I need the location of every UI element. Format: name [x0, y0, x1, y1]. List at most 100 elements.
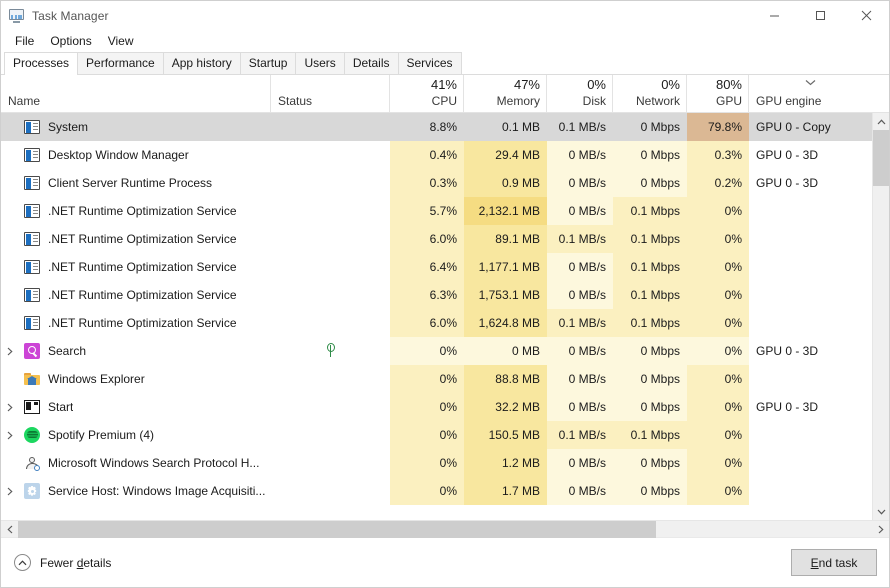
cell-disk: 0 MB/s — [547, 141, 613, 169]
tab-app-history[interactable]: App history — [162, 52, 241, 74]
column-header-memory[interactable]: 47% Memory — [464, 75, 547, 112]
cell-disk: 0 MB/s — [547, 337, 613, 365]
cell-gpu-engine: GPU 0 - 3D — [749, 169, 872, 197]
column-label-disk: Disk — [582, 94, 606, 108]
table-row[interactable]: Microsoft Windows Search Protocol H... 0%… — [1, 449, 872, 477]
cell-cpu: 0% — [390, 449, 464, 477]
cell-disk: 0 MB/s — [547, 365, 613, 393]
table-row[interactable]: .NET Runtime Optimization Service 6.0% 89.… — [1, 225, 872, 253]
cell-gpu-engine — [749, 421, 872, 449]
cell-status — [271, 365, 390, 393]
vertical-scroll-track[interactable] — [872, 130, 889, 503]
cell-name: Microsoft Windows Search Protocol H... — [1, 449, 271, 477]
column-header-disk[interactable]: 0% Disk — [547, 75, 613, 112]
table-row[interactable]: Service Host: Windows Image Acquisiti...… — [1, 477, 872, 505]
tab-startup[interactable]: Startup — [239, 52, 297, 74]
windows-process-icon — [24, 315, 40, 331]
menu-item-view[interactable]: View — [101, 32, 141, 50]
table-row[interactable]: Client Server Runtime Process 0.3% 0.9 MB 0… — [1, 169, 872, 197]
cell-cpu: 0% — [390, 365, 464, 393]
cell-name: .NET Runtime Optimization Service — [1, 253, 271, 281]
column-header-status[interactable]: Status — [271, 75, 390, 112]
column-pct-gpu: 80% — [715, 77, 742, 92]
horizontal-scrollbar[interactable] — [1, 520, 889, 538]
table-row[interactable]: Start 0% 32.2 MB 0 MB/s 0 Mbps 0% GPU 0 - 3D — [1, 393, 872, 421]
fewer-details-button[interactable]: Fewer details — [14, 554, 111, 571]
column-headers: Name Status 41% CPU 47% Memory 0% Disk 0… — [1, 75, 889, 113]
cell-disk: 0 MB/s — [547, 477, 613, 505]
tab-services[interactable]: Services — [397, 52, 462, 74]
cell-gpu-engine: GPU 0 - 3D — [749, 141, 872, 169]
column-header-network[interactable]: 0% Network — [613, 75, 687, 112]
gear-icon — [24, 483, 40, 499]
scroll-left-button[interactable] — [1, 521, 18, 537]
cell-gpu: 0% — [687, 337, 749, 365]
close-button[interactable] — [843, 1, 889, 30]
cell-name: .NET Runtime Optimization Service — [1, 309, 271, 337]
table-row[interactable]: System 8.8% 0.1 MB 0.1 MB/s 0 Mbps 79.8% GPU 0… — [1, 113, 872, 141]
cell-name: Service Host: Windows Image Acquisiti... — [1, 477, 271, 505]
cell-disk: 0.1 MB/s — [547, 225, 613, 253]
minimize-button[interactable] — [751, 1, 797, 30]
process-name-label: .NET Runtime Optimization Service — [48, 316, 237, 330]
cell-gpu: 0.2% — [687, 169, 749, 197]
expand-arrow-icon[interactable] — [1, 347, 19, 356]
process-name-label: .NET Runtime Optimization Service — [48, 204, 237, 218]
table-row[interactable]: .NET Runtime Optimization Service 6.3% 1,7… — [1, 281, 872, 309]
task-manager-window: Task Manager File Options View Processes… — [0, 0, 890, 588]
cell-memory: 88.8 MB — [464, 365, 547, 393]
menu-item-file[interactable]: File — [8, 32, 41, 50]
sort-descending-icon — [805, 79, 816, 89]
tab-strip: Processes Performance App history Startu… — [1, 52, 889, 75]
horizontal-scroll-thumb[interactable] — [18, 521, 656, 538]
maximize-button[interactable] — [797, 1, 843, 30]
cell-network: 0.1 Mbps — [613, 421, 687, 449]
cell-name: Spotify Premium (4) — [1, 421, 271, 449]
expand-arrow-icon[interactable] — [1, 431, 19, 440]
cell-memory: 1.2 MB — [464, 449, 547, 477]
column-header-cpu[interactable]: 41% CPU — [390, 75, 464, 112]
scroll-down-button[interactable] — [873, 503, 890, 520]
cell-network: 0.1 Mbps — [613, 225, 687, 253]
table-row[interactable]: .NET Runtime Optimization Service 5.7% 2,1… — [1, 197, 872, 225]
cell-name: Client Server Runtime Process — [1, 169, 271, 197]
cell-memory: 150.5 MB — [464, 421, 547, 449]
tab-details[interactable]: Details — [343, 52, 399, 74]
cell-disk: 0.1 MB/s — [547, 113, 613, 141]
vertical-scroll-thumb[interactable] — [872, 130, 889, 186]
cell-gpu: 0% — [687, 477, 749, 505]
column-header-name[interactable]: Name — [1, 75, 271, 112]
cell-disk: 0 MB/s — [547, 449, 613, 477]
scroll-up-button[interactable] — [873, 113, 890, 130]
tab-processes[interactable]: Processes — [4, 52, 79, 75]
tab-users[interactable]: Users — [295, 52, 345, 74]
column-header-gpu[interactable]: 80% GPU — [687, 75, 749, 112]
cell-gpu-engine: GPU 0 - Copy — [749, 113, 872, 141]
cell-gpu: 0% — [687, 309, 749, 337]
table-row[interactable]: Windows Explorer 0% 88.8 MB 0 MB/s 0 Mbps 0% — [1, 365, 872, 393]
chevron-up-icon — [14, 554, 31, 571]
cell-gpu: 79.8% — [687, 113, 749, 141]
vertical-scrollbar[interactable] — [872, 113, 889, 520]
tab-performance[interactable]: Performance — [77, 52, 164, 74]
cell-cpu: 5.7% — [390, 197, 464, 225]
scroll-right-button[interactable] — [872, 521, 889, 537]
table-row[interactable]: .NET Runtime Optimization Service 6.4% 1,1… — [1, 253, 872, 281]
cell-cpu: 6.4% — [390, 253, 464, 281]
process-name-label: Windows Explorer — [48, 372, 145, 386]
table-row[interactable]: Desktop Window Manager 0.4% 29.4 MB 0 MB/s 0… — [1, 141, 872, 169]
table-row[interactable]: Spotify Premium (4) 0% 150.5 MB 0.1 MB/s 0.1… — [1, 421, 872, 449]
horizontal-scroll-track[interactable] — [18, 521, 872, 538]
windows-process-icon — [24, 203, 40, 219]
expand-arrow-icon[interactable] — [1, 403, 19, 412]
expand-arrow-icon[interactable] — [1, 487, 19, 496]
table-row[interactable]: Search 0% 0 MB 0 MB/s 0 Mbps 0% GPU 0 - 3D — [1, 337, 872, 365]
cell-gpu: 0% — [687, 253, 749, 281]
cell-disk: 0.1 MB/s — [547, 421, 613, 449]
cell-disk: 0 MB/s — [547, 169, 613, 197]
menu-item-options[interactable]: Options — [43, 32, 98, 50]
start-icon — [24, 399, 40, 415]
table-row[interactable]: .NET Runtime Optimization Service 6.0% 1,6… — [1, 309, 872, 337]
cell-gpu-engine — [749, 253, 872, 281]
end-task-button[interactable]: End task — [791, 549, 877, 576]
